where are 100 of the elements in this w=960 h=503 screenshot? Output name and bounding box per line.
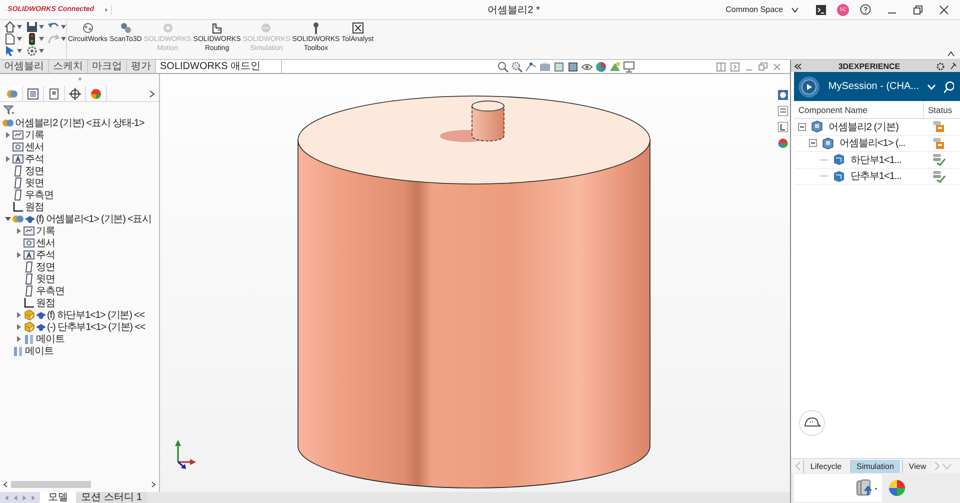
component-row[interactable]: 단추부1<1...: [794, 168, 960, 185]
collapsed-arrow-icon[interactable]: [16, 228, 22, 234]
terminal-icon[interactable]: [816, 4, 826, 14]
component-row[interactable]: 어셈블리<1> (...: [794, 136, 960, 152]
part-icon: [23, 321, 35, 333]
collapsed-arrow-icon[interactable]: [16, 336, 22, 342]
helmet-icon[interactable]: [799, 410, 826, 436]
history-icon: [12, 129, 24, 141]
collapse-box-icon[interactable]: [798, 122, 806, 131]
tree-item[interactable]: 원점: [1, 201, 159, 213]
collapsed-arrow-icon[interactable]: [4, 132, 10, 138]
model-tab[interactable]: 모션 스터디 1: [76, 492, 148, 503]
panel-tab[interactable]: View: [902, 460, 932, 472]
command-tab[interactable]: 어셈블리: [0, 60, 49, 73]
tree-item[interactable]: 주석: [12, 249, 159, 261]
save-button[interactable]: [26, 21, 44, 33]
expanded-arrow-icon[interactable]: [4, 216, 10, 222]
new-document-icon: [4, 33, 16, 45]
tree-item[interactable]: (-) 단추부1<1> (기본) <<: [12, 321, 159, 333]
tree-item[interactable]: 어셈블리2 (기본) <표시 상태-1>: [0, 117, 159, 129]
tree-item[interactable]: 원점: [12, 297, 159, 309]
command-tab[interactable]: SOLIDWORKS 애드인: [156, 60, 282, 73]
tree-item[interactable]: 주석: [1, 153, 159, 165]
expand-arrow-icon[interactable]: [104, 4, 112, 14]
help-icon[interactable]: [860, 4, 871, 15]
collapsed-arrow-icon[interactable]: [16, 324, 22, 330]
collapse-double-chevron-icon[interactable]: [794, 62, 802, 70]
library-tab-icon[interactable]: [778, 122, 788, 132]
zoom-area-button[interactable]: [511, 60, 523, 72]
database-upload-icon[interactable]: [856, 479, 878, 497]
tree-item[interactable]: 센서: [1, 141, 159, 153]
tree-item[interactable]: 우측면: [1, 189, 159, 201]
settings-icon[interactable]: [936, 62, 945, 70]
appearance-button[interactable]: [595, 60, 607, 72]
component-row[interactable]: 하단부1<1...: [794, 152, 960, 168]
tree-item[interactable]: 기록: [1, 129, 159, 141]
scene-icon: [609, 60, 621, 72]
component-row[interactable]: 어셈블리2 (기본): [794, 119, 960, 136]
model-tab[interactable]: 모델: [40, 492, 76, 503]
collapsed-arrow-icon[interactable]: [16, 252, 22, 258]
tree-item[interactable]: 우측면: [12, 285, 159, 297]
dimxpert-icon: [69, 88, 81, 100]
select-arrow-button[interactable]: [4, 45, 22, 57]
view-orientation-button[interactable]: [553, 60, 565, 72]
appearance-icon: [595, 60, 607, 72]
tree-item[interactable]: 정면: [1, 165, 159, 177]
plane-icon: [12, 177, 24, 189]
tree-item[interactable]: 정면: [12, 261, 159, 273]
tree-item[interactable]: (f) 어셈블리<1> (기본) <표시: [1, 213, 159, 225]
compass-icon[interactable]: [798, 76, 820, 98]
history-icon: [23, 225, 35, 237]
panel-grip-icon[interactable]: [78, 77, 82, 81]
command-tab[interactable]: 평가: [127, 60, 156, 73]
dropdown-caret-icon: [61, 37, 66, 41]
part-icon: [23, 309, 35, 321]
tile-left-icon[interactable]: [716, 62, 726, 72]
display-manager-icon: [90, 88, 102, 100]
3d-views-tab-icon[interactable]: [778, 106, 788, 116]
tree-item[interactable]: 윗면: [1, 177, 159, 189]
search-icon[interactable]: [944, 80, 954, 92]
chevron-right-icon[interactable]: [149, 90, 155, 98]
tree-item[interactable]: 기록: [12, 225, 159, 237]
options-gear-button[interactable]: [26, 45, 44, 57]
display-style-button[interactable]: [567, 60, 579, 72]
simulation-results-icon[interactable]: [888, 479, 906, 497]
tree-item[interactable]: 메이트: [12, 333, 159, 345]
zoom-to-fit-button[interactable]: [497, 60, 509, 72]
dropdown-caret-icon: [17, 37, 22, 41]
restore-icon[interactable]: [913, 4, 923, 14]
panel-tab[interactable]: Simulation: [850, 460, 900, 472]
scene-button[interactable]: [609, 60, 621, 72]
palette-tab-icon[interactable]: [778, 138, 788, 148]
collapse-ribbon-icon[interactable]: [947, 51, 955, 57]
tree-item[interactable]: 윗면: [12, 273, 159, 285]
previous-view-button[interactable]: [525, 60, 537, 72]
filter-icon[interactable]: [3, 105, 15, 115]
tree-item[interactable]: 센서: [12, 237, 159, 249]
part-icon: [832, 170, 846, 183]
collapsed-arrow-icon[interactable]: [16, 312, 22, 318]
collapse-box-icon[interactable]: [809, 139, 818, 148]
display-monitor-button[interactable]: [623, 60, 635, 72]
command-tab[interactable]: 스케치: [49, 60, 88, 73]
tree-item[interactable]: 메이트: [1, 345, 159, 357]
zoom-to-fit-icon: [497, 60, 509, 72]
appearance-tab-icon[interactable]: [778, 90, 788, 100]
panel-tab[interactable]: Lifecycle: [803, 460, 848, 472]
pin-icon[interactable]: [949, 62, 957, 70]
new-document-button[interactable]: [4, 33, 22, 45]
workspace-dropdown[interactable]: Common Space: [726, 5, 799, 14]
session-name[interactable]: MySession - (CHA...: [828, 81, 919, 92]
collapsed-arrow-icon[interactable]: [4, 156, 10, 162]
close-icon[interactable]: [939, 4, 949, 14]
traffic-light-button[interactable]: [26, 33, 44, 45]
zoom-area-icon: [511, 60, 523, 72]
command-tab[interactable]: 마크업: [88, 60, 127, 73]
home-button[interactable]: [4, 21, 22, 33]
tree-item[interactable]: (f) 하단부1<1> (기본) <<: [12, 309, 159, 321]
redo-button[interactable]: [48, 33, 66, 45]
feature-manager-tab[interactable]: [2, 86, 23, 101]
tile-right-icon[interactable]: [730, 62, 740, 72]
